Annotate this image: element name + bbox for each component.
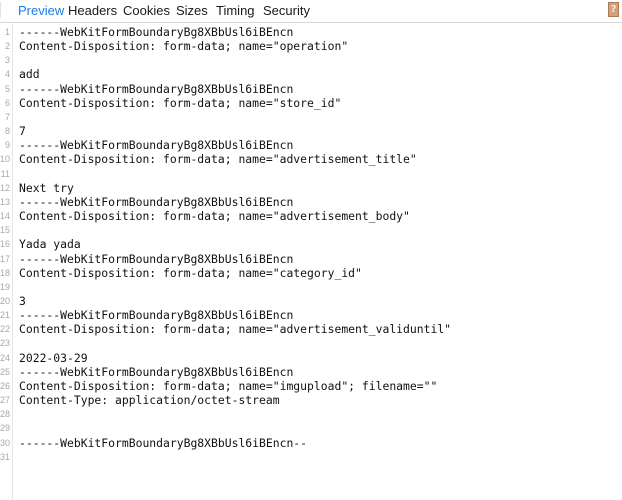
code-line: 30 ------WebKitFormBoundaryBg8XBbUsl6iBEn…	[0, 436, 622, 450]
line-number: 28	[0, 409, 11, 420]
line-number: 26	[0, 380, 11, 391]
code-line: 3	[0, 53, 622, 67]
line-number: 23	[0, 338, 11, 349]
line-number: 3	[4, 55, 10, 66]
line-number: 31	[0, 451, 11, 462]
line-text: ------WebKitFormBoundaryBg8XBbUsl6iBEncn…	[19, 435, 308, 450]
line-text: Content-Disposition: form-data; name="op…	[19, 39, 349, 54]
line-number: 15	[0, 225, 11, 236]
tab-bar: Preview Headers Cookies Sizes Timing Sec…	[0, 0, 622, 23]
line-number: 30	[0, 437, 11, 448]
tab-sizes[interactable]: Sizes	[176, 3, 208, 18]
tab-cookies[interactable]: Cookies	[123, 3, 170, 18]
tab-timing[interactable]: Timing	[216, 3, 255, 18]
line-text: ------WebKitFormBoundaryBg8XBbUsl6iBEncn	[19, 25, 294, 39]
line-number: 10	[0, 154, 11, 165]
code-line: 23	[0, 336, 622, 350]
line-text: Content-Disposition: form-data; name="im…	[19, 378, 438, 393]
code-line: 25 ------WebKitFormBoundaryBg8XBbUsl6iBEn…	[0, 365, 622, 379]
code-line: 87	[0, 124, 622, 138]
line-number: 18	[0, 267, 11, 278]
code-line: 13 ------WebKitFormBoundaryBg8XBbUsl6iBEn…	[0, 195, 622, 209]
code-line: 10 Content-Disposition: form-data; name="…	[0, 152, 622, 166]
line-number: 27	[0, 395, 11, 406]
line-text: Yada yada	[19, 237, 81, 252]
code-line: 17 ------WebKitFormBoundaryBg8XBbUsl6iBEn…	[0, 252, 622, 266]
line-number: 17	[0, 253, 11, 264]
code-line: 31	[0, 450, 622, 464]
line-number: 24	[0, 352, 11, 363]
code-line: 22 Content-Disposition: form-data; name="…	[0, 322, 622, 336]
line-number: 16	[0, 239, 11, 250]
code-line: 5 ------WebKitFormBoundaryBg8XBbUsl6iBEnc…	[0, 82, 622, 96]
line-number: 7	[4, 111, 10, 122]
line-text: Content-Disposition: form-data; name="ad…	[19, 322, 452, 337]
line-text: ------WebKitFormBoundaryBg8XBbUsl6iBEncn	[19, 138, 294, 153]
line-number: 9	[4, 140, 10, 151]
tab-security[interactable]: Security	[263, 3, 310, 18]
code-line: 1 ------WebKitFormBoundaryBg8XBbUsl6iBEnc…	[0, 25, 622, 39]
line-text: Content-Disposition: form-data; name="ad…	[19, 209, 410, 224]
code-line: 27 Content-Type: application/octet-stream	[0, 393, 622, 407]
code-line: 7	[0, 110, 622, 124]
code-line: 20 3	[0, 294, 622, 308]
line-text: 2022-03-29	[19, 350, 88, 365]
line-number: 25	[0, 366, 11, 377]
code-line: 29	[0, 421, 622, 435]
code-line: 12 Next try	[0, 181, 622, 195]
line-number: 8	[4, 126, 10, 137]
line-text: ------WebKitFormBoundaryBg8XBbUsl6iBEncn	[19, 364, 294, 379]
line-text: 3	[19, 293, 26, 308]
line-number: 11	[0, 168, 10, 179]
line-text: 7	[19, 124, 26, 139]
line-text: Content-Disposition: form-data; name="ca…	[19, 265, 362, 280]
code-line: 28	[0, 407, 622, 421]
code-line: 26 Content-Disposition: form-data; name="…	[0, 379, 622, 393]
line-number: 13	[0, 196, 11, 207]
line-text: Content-Disposition: form-data; name="ad…	[19, 152, 417, 167]
line-text: Content-Type: application/octet-stream	[19, 393, 280, 408]
line-number: 1	[4, 27, 10, 37]
line-text: ------WebKitFormBoundaryBg8XBbUsl6iBEncn	[19, 308, 294, 323]
line-number: 19	[0, 281, 11, 292]
line-number: 2	[4, 41, 10, 52]
line-text: ------WebKitFormBoundaryBg8XBbUsl6iBEncn	[19, 251, 294, 266]
code-line: 11	[0, 167, 622, 181]
code-line: 9 ------WebKitFormBoundaryBg8XBbUsl6iBEnc…	[0, 138, 622, 152]
code-line: 2 Content-Disposition: form-data; name="o…	[0, 39, 622, 53]
line-number: 21	[0, 310, 11, 321]
line-number: 14	[0, 211, 11, 222]
line-number: 4	[4, 69, 10, 80]
line-text: ------WebKitFormBoundaryBg8XBbUsl6iBEncn	[19, 194, 294, 209]
code-line: 4 add	[0, 67, 622, 81]
line-text: add	[19, 67, 40, 82]
line-text: Content-Disposition: form-data; name="st…	[19, 95, 342, 110]
line-number: 12	[0, 182, 11, 193]
line-number: 6	[4, 97, 10, 108]
tab-preview[interactable]: Preview	[18, 3, 64, 18]
code-line: 21 ------WebKitFormBoundaryBg8XBbUsl6iBEn…	[0, 308, 622, 322]
line-number: 20	[0, 295, 11, 306]
line-number: 5	[4, 83, 10, 94]
left-divider	[0, 2, 3, 18]
line-text: ------WebKitFormBoundaryBg8XBbUsl6iBEncn	[19, 81, 294, 96]
code-line: 19	[0, 280, 622, 294]
code-line: 15	[0, 223, 622, 237]
line-text: Next try	[19, 180, 74, 195]
line-number: 22	[0, 324, 11, 335]
help-icon[interactable]: ?	[608, 2, 619, 17]
code-line: 6 Content-Disposition: form-data; name="s…	[0, 96, 622, 110]
line-number: 29	[0, 423, 11, 434]
request-body-preview: 1 ------WebKitFormBoundaryBg8XBbUsl6iBEnc…	[0, 24, 622, 500]
code-line: 18 Content-Disposition: form-data; name="…	[0, 266, 622, 280]
code-line: 16 Yada yada	[0, 237, 622, 251]
code-line: 24 2022-03-29	[0, 351, 622, 365]
code-lines: 1 ------WebKitFormBoundaryBg8XBbUsl6iBEnc…	[0, 25, 622, 464]
code-line: 14 Content-Disposition: form-data; name="…	[0, 209, 622, 223]
tab-headers[interactable]: Headers	[68, 3, 117, 18]
